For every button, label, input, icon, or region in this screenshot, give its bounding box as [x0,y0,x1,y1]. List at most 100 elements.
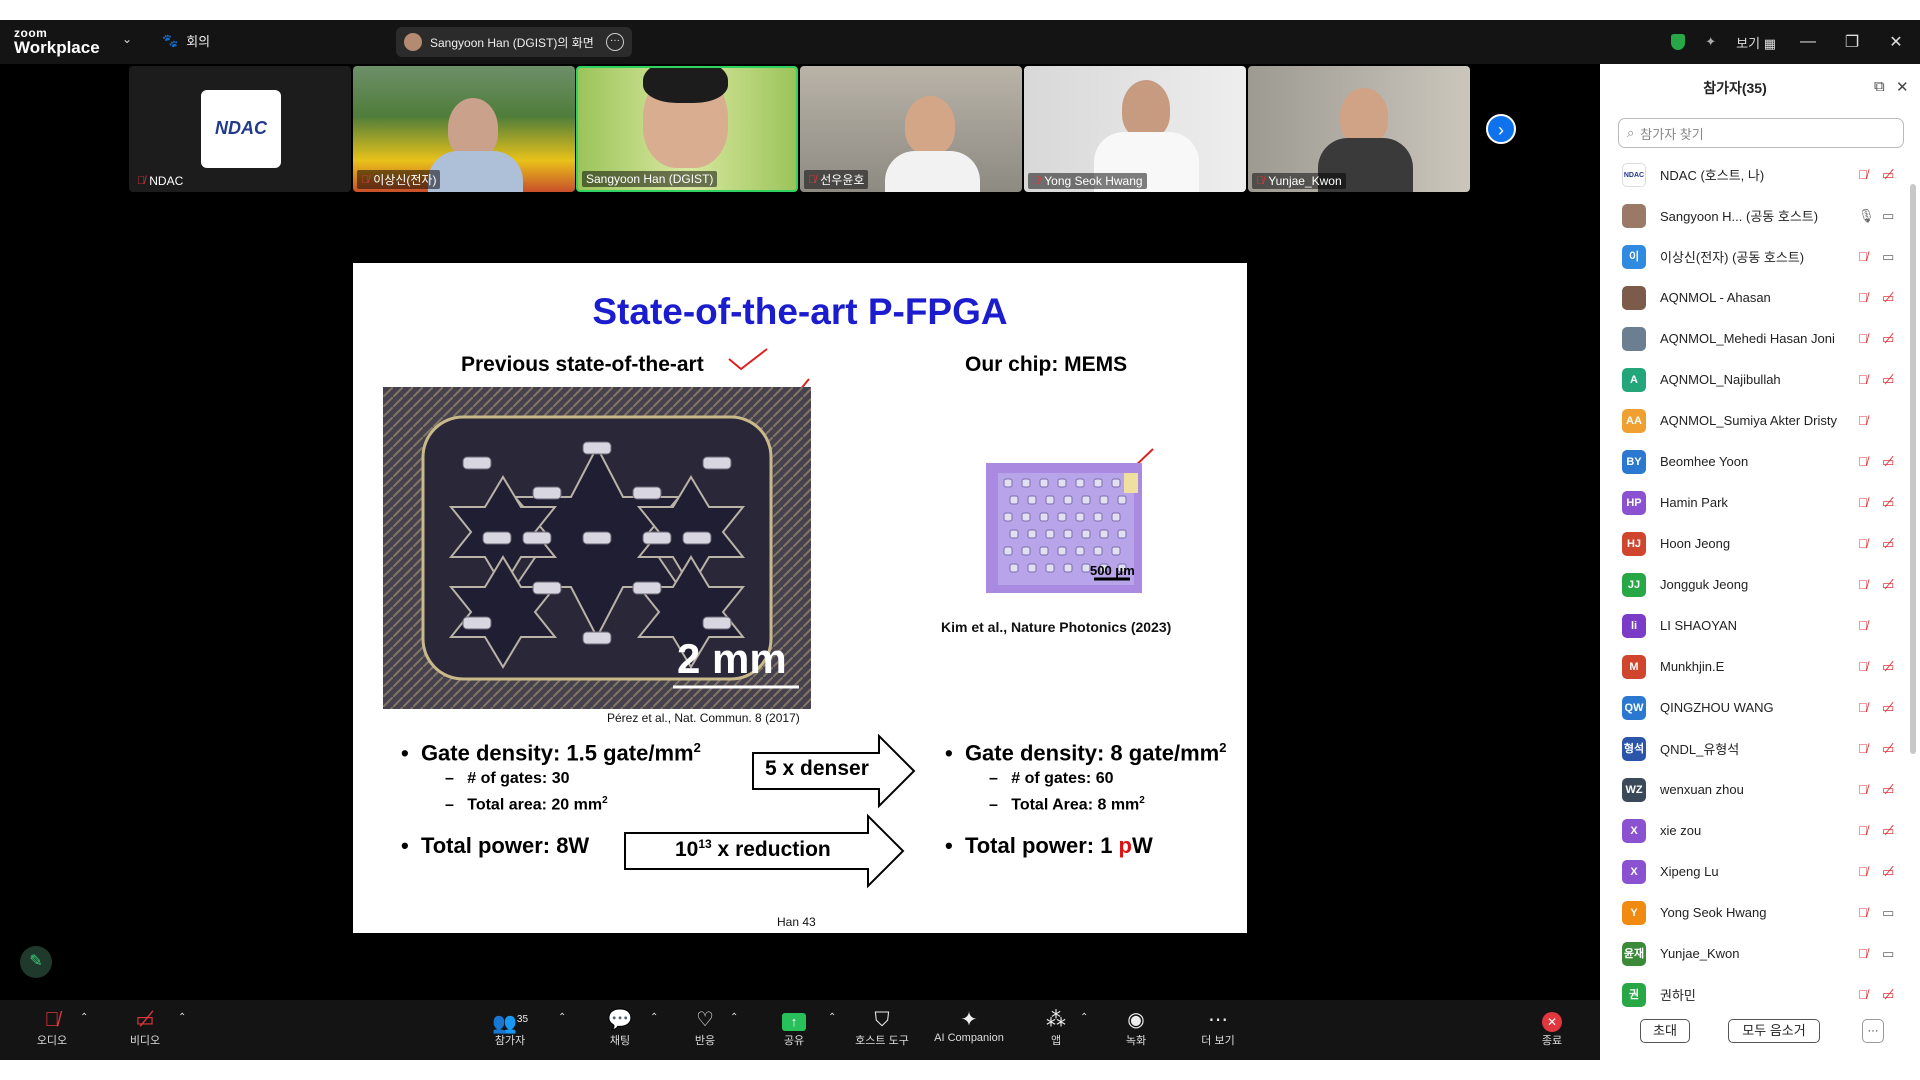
mic-muted-icon[interactable]: 🎙̸ [1858,495,1868,510]
panel-scrollbar[interactable] [1910,184,1916,754]
camera-off-icon[interactable]: ▭̸ [1882,659,1894,675]
camera-off-icon[interactable]: ▭̸ [1882,823,1894,839]
participant-row[interactable]: HJ Hoon Jeong 🎙̸ ▭̸ [1600,523,1906,564]
security-shield-icon[interactable] [1671,34,1686,50]
mic-muted-icon[interactable]: 🎙̸ [1858,700,1868,715]
camera-off-icon[interactable]: ▭̸ [1882,782,1894,798]
participant-row[interactable]: li LI SHAOYAN 🎙̸ [1600,605,1906,646]
chat-button[interactable]: 💬 채팅 [580,1008,660,1048]
popout-icon[interactable]: ⧉ [1874,78,1885,95]
video-tile-active-speaker[interactable]: Sangyoon Han (DGIST) [576,66,798,192]
close-panel-icon[interactable]: ✕ [1896,78,1909,96]
camera-off-icon[interactable]: ▭̸ [1882,864,1894,880]
mic-muted-icon[interactable]: 🎙̸ [1858,413,1868,428]
participant-search-input[interactable]: ⌕ 참가자 찾기 [1618,118,1904,148]
participants-caret-icon[interactable]: ⌃ [558,1012,566,1023]
video-tile[interactable]: NDAC 🎙̸ NDAC [129,66,351,192]
mic-muted-icon[interactable]: 🎙̸ [1858,946,1868,961]
camera-icon[interactable]: ▭ [1882,208,1894,224]
ai-companion-button[interactable]: ✦ AI Companion [928,1008,1010,1044]
participant-row[interactable]: WZ wenxuan zhou 🎙̸ ▭̸ [1600,769,1906,810]
participant-row[interactable]: AQNMOL_Mehedi Hasan Joni 🎙̸ ▭̸ [1600,318,1906,359]
video-tile[interactable]: 🎙̸ Yong Seok Hwang [1024,66,1246,192]
record-button[interactable]: ◉ 녹화 [1096,1008,1176,1048]
share-button[interactable]: ↑ 공유 [754,1008,834,1048]
camera-off-icon[interactable]: ▭̸ [1882,454,1894,470]
mic-muted-icon[interactable]: 🎙̸ [1858,782,1868,797]
camera-off-icon[interactable]: ▭̸ [1882,536,1894,552]
participant-row[interactable]: Xxie zou 🎙̸ ▭̸ [1600,810,1906,851]
camera-icon[interactable]: ▭ [1882,249,1894,265]
participant-row[interactable]: HP Hamin Park 🎙̸ ▭̸ [1600,482,1906,523]
mic-muted-icon[interactable]: 🎙̸ [1858,864,1868,879]
app-menu-chevron-icon[interactable]: ⌄ [122,32,132,46]
minimize-icon[interactable]: — [1796,33,1820,51]
share-caret-icon[interactable]: ⌃ [828,1012,836,1023]
camera-off-icon[interactable]: ▭̸ [1882,290,1894,306]
more-button[interactable]: ⋯ 더 보기 [1178,1008,1258,1048]
participant-row[interactable]: QW QINGZHOU WANG 🎙̸ ▭̸ [1600,687,1906,728]
video-tile[interactable]: 🎙̸ 선우윤호 [800,66,1022,192]
mic-muted-icon[interactable]: 🎙̸ [1858,372,1868,387]
mic-muted-icon[interactable]: 🎙̸ [1858,905,1868,920]
participant-row[interactable]: 윤재 Yunjae_Kwon 🎙̸ ▭ [1600,933,1906,974]
screen-share-indicator[interactable]: Sangyoon Han (DGIST)의 화면 ··· [396,27,632,57]
close-icon[interactable]: ✕ [1884,32,1908,52]
mic-muted-icon[interactable]: 🎙̸ [1858,823,1868,838]
participant-row[interactable]: BY Beomhee Yoon 🎙̸ ▭̸ [1600,441,1906,482]
mic-muted-icon[interactable]: 🎙̸ [1858,454,1868,469]
panel-more-button[interactable]: ··· [1862,1019,1884,1043]
mic-muted-icon[interactable]: 🎙̸ [1858,659,1868,674]
camera-off-icon[interactable]: ▭̸ [1882,741,1894,757]
mic-icon[interactable]: 🎙 [1858,208,1875,224]
participant-row[interactable]: X Xipeng Lu 🎙̸ ▭̸ [1600,851,1906,892]
view-button[interactable]: 보기 ▦ [1736,33,1776,52]
participant-row[interactable]: Y Yong Seok Hwang 🎙̸ ▭ [1600,892,1906,933]
mic-muted-icon[interactable]: 🎙̸ [1858,249,1868,264]
end-meeting-button[interactable]: ✕ 종료 [1512,1008,1592,1048]
participant-row[interactable]: M Munkhjin.E 🎙̸ ▭̸ [1600,646,1906,687]
camera-off-icon[interactable]: ▭̸ [1882,372,1894,388]
mic-muted-icon[interactable]: 🎙̸ [1858,167,1868,182]
invite-button[interactable]: 초대 [1640,1019,1690,1043]
mic-muted-icon[interactable]: 🎙̸ [1858,987,1868,1002]
participant-row[interactable]: 형석 QNDL_유형석 🎙̸ ▭̸ [1600,728,1906,769]
share-options-icon[interactable]: ··· [606,33,624,51]
camera-off-icon[interactable]: ▭̸ [1882,495,1894,511]
participant-row[interactable]: AA AQNMOL_Sumiya Akter Dristy 🎙̸ [1600,400,1906,441]
mic-muted-icon[interactable]: 🎙̸ [1858,741,1868,756]
annotate-pencil-icon[interactable]: ✎ [20,946,52,978]
camera-icon[interactable]: ▭ [1882,946,1894,962]
camera-off-icon[interactable]: ▭̸ [1882,987,1894,1003]
host-tools-button[interactable]: ⛉ 호스트 도구 [842,1008,922,1048]
participant-row[interactable]: JJ Jongguk Jeong 🎙̸ ▭̸ [1600,564,1906,605]
video-options-caret-icon[interactable]: ⌃ [178,1012,186,1023]
camera-icon[interactable]: ▭ [1882,905,1894,921]
camera-off-icon[interactable]: ▭̸ [1882,577,1894,593]
participants-button[interactable]: 👥35 참가자 [470,1008,550,1048]
mic-muted-icon[interactable]: 🎙̸ [1858,618,1868,633]
react-caret-icon[interactable]: ⌃ [730,1012,738,1023]
gallery-next-button[interactable]: › [1486,114,1516,144]
apps-caret-icon[interactable]: ⌃ [1080,1012,1088,1023]
mute-all-button[interactable]: 모두 음소거 [1728,1019,1820,1043]
audio-options-caret-icon[interactable]: ⌃ [80,1012,88,1023]
video-tile[interactable]: 🎙̸ 이상신(전자) [353,66,575,192]
participant-row[interactable]: A AQNMOL_Najibullah 🎙̸ ▭̸ [1600,359,1906,400]
camera-off-icon[interactable]: ▭̸ [1882,700,1894,716]
sparkle-icon[interactable]: ✦ [1705,34,1716,50]
mic-muted-icon[interactable]: 🎙̸ [1858,577,1868,592]
camera-off-icon[interactable]: ▭̸ [1882,167,1894,183]
participant-row[interactable]: 이 이상신(전자) (공동 호스트) 🎙̸ ▭ [1600,236,1906,277]
mic-muted-icon[interactable]: 🎙̸ [1858,536,1868,551]
camera-off-icon[interactable]: ▭̸ [1882,331,1894,347]
mic-muted-icon[interactable]: 🎙̸ [1858,290,1868,305]
mic-muted-icon[interactable]: 🎙̸ [1858,331,1868,346]
participant-row[interactable]: Sangyoon H... (공동 호스트) 🎙 ▭ [1600,195,1906,236]
restore-icon[interactable]: ❐ [1840,32,1864,52]
participant-row[interactable]: 권 권하민 🎙̸ ▭̸ [1600,974,1906,1015]
video-button[interactable]: ▭̸ 비디오 [105,1008,185,1048]
participant-row[interactable]: NDAC NDAC (호스트, 나) 🎙̸ ▭̸ [1600,154,1906,195]
participant-row[interactable]: AQNMOL - Ahasan 🎙̸ ▭̸ [1600,277,1906,318]
meeting-info-button[interactable]: 🐾 회의 [162,31,210,50]
